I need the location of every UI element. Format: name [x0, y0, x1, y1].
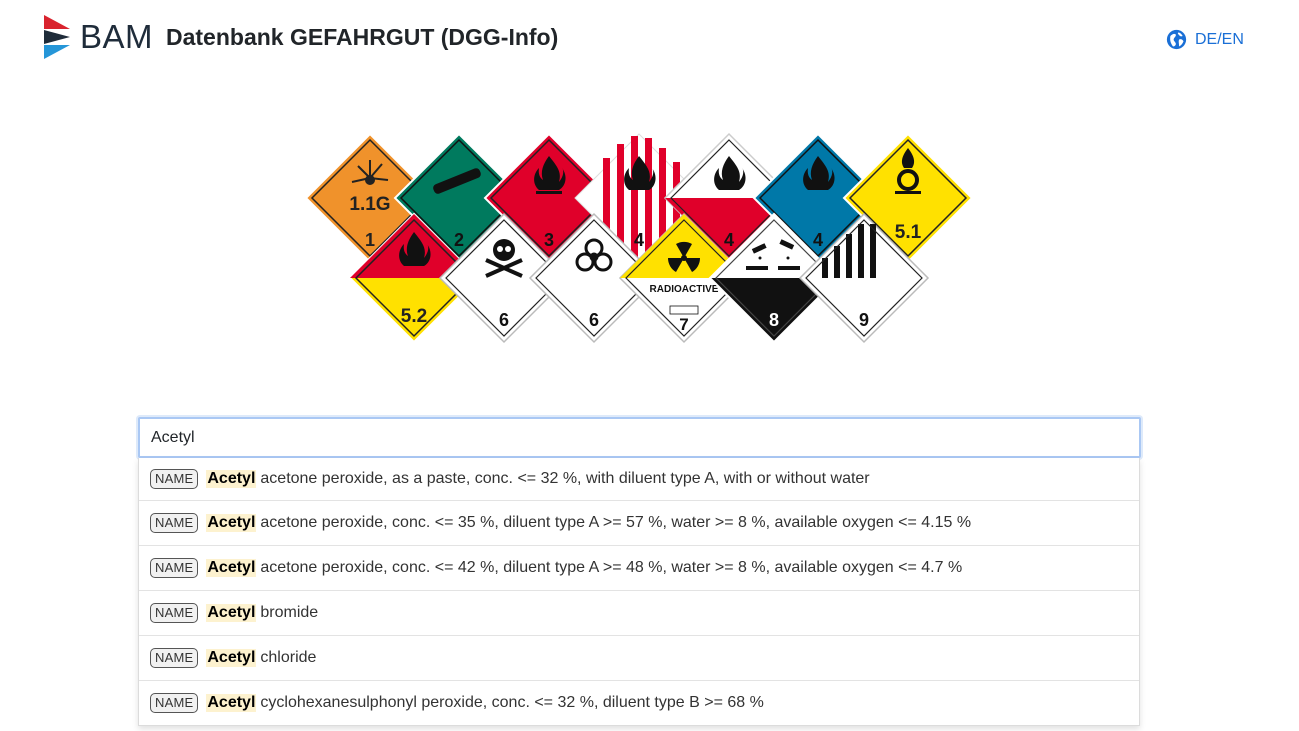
name-badge: NAME	[150, 513, 199, 533]
hazard-label-9-number: 9	[859, 310, 869, 330]
match-highlight: Acetyl	[206, 470, 257, 488]
suggestion-item[interactable]: NAME Acetyl acetone peroxide, as a paste…	[139, 458, 1139, 500]
match-highlight: Acetyl	[206, 604, 257, 622]
match-highlight: Acetyl	[206, 694, 257, 712]
hazard-label-5-2-text: 5.2	[401, 306, 427, 327]
hazard-label-8-number: 8	[769, 310, 779, 330]
name-badge: NAME	[150, 648, 199, 668]
search-box	[138, 417, 1141, 458]
match-highlight: Acetyl	[206, 649, 257, 667]
search-input[interactable]	[138, 417, 1141, 458]
name-badge: NAME	[150, 693, 199, 713]
suggestion-item[interactable]: NAME Acetyl acetone peroxide, conc. <= 3…	[139, 500, 1139, 545]
hazard-label-4b-number: 4	[724, 230, 734, 250]
globe-icon	[1166, 29, 1187, 50]
hazard-label-5-1-text: 5.1	[895, 222, 922, 243]
hazard-label-6a-number: 6	[499, 310, 509, 330]
bam-logo-icon	[44, 15, 70, 59]
hazard-label-1-class-text: 1.1G	[349, 194, 390, 215]
suggestion-text: bromide	[260, 604, 319, 621]
suggestion-text: acetone peroxide, as a paste, conc. <= 3…	[260, 470, 870, 487]
hazard-label-7-text: RADIOACTIVE	[650, 284, 719, 295]
suggestion-text: acetone peroxide, conc. <= 42 %, diluent…	[260, 559, 963, 576]
language-switch[interactable]: DE/EN	[1166, 29, 1244, 50]
suggestion-item[interactable]: NAME Acetyl cyclohexanesulphonyl peroxid…	[139, 680, 1139, 725]
name-badge: NAME	[150, 558, 199, 578]
bam-logo[interactable]: BAM	[42, 14, 154, 60]
suggestion-item[interactable]: NAME Acetyl acetone peroxide, conc. <= 4…	[139, 545, 1139, 590]
hazard-label-3-number: 3	[544, 230, 554, 250]
name-badge: NAME	[150, 603, 199, 623]
suggestion-item[interactable]: NAME Acetyl bromide	[139, 590, 1139, 635]
page-header: BAM Datenbank GEFAHRGUT (DGG-Info) DE/EN	[0, 0, 1299, 80]
hazard-labels-banner: 1.1G 1 2 3 4 4 4 5.1 5.2 6 6 RADIOACTIVE…	[304, 132, 974, 344]
hazard-label-2-number: 2	[454, 230, 464, 250]
hazard-label-7-number: 7	[679, 315, 688, 334]
hazard-label-1-number: 1	[365, 230, 375, 250]
logo-text: BAM	[80, 18, 154, 55]
autocomplete-list: NAME Acetyl acetone peroxide, as a paste…	[138, 458, 1140, 726]
suggestion-text: cyclohexanesulphonyl peroxide, conc. <= …	[260, 694, 764, 711]
page-title: Datenbank GEFAHRGUT (DGG-Info)	[166, 24, 559, 50]
match-highlight: Acetyl	[206, 559, 257, 577]
suggestion-item[interactable]: NAME Acetyl chloride	[139, 635, 1139, 680]
match-highlight: Acetyl	[206, 514, 257, 532]
hazard-label-6b-number: 6	[589, 310, 599, 330]
hazard-label-4a-number: 4	[634, 230, 644, 250]
suggestion-text: acetone peroxide, conc. <= 35 %, diluent…	[260, 514, 972, 531]
suggestion-text: chloride	[260, 649, 317, 666]
name-badge: NAME	[150, 469, 199, 489]
language-label: DE/EN	[1195, 30, 1244, 48]
hazard-label-4c-number: 4	[813, 230, 823, 250]
